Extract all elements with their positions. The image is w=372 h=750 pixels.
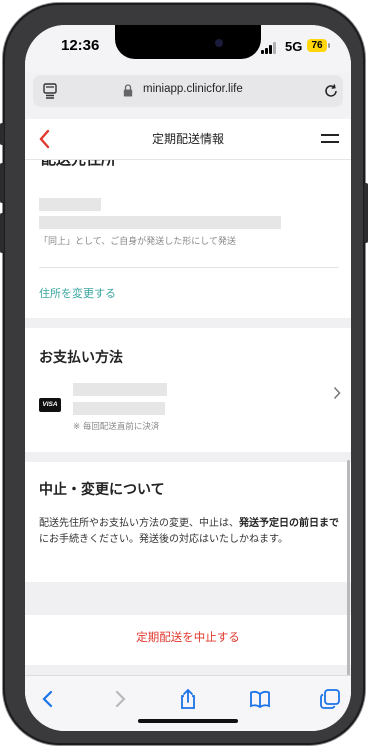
lock-icon bbox=[123, 84, 133, 97]
url-text[interactable]: miniapp.clinicfor.life bbox=[143, 83, 243, 95]
page: { "status_bar": { "time": "12:36", "netw… bbox=[0, 0, 372, 750]
reader-icon[interactable] bbox=[43, 83, 57, 99]
status-bar: 12:36 5G 76 bbox=[25, 25, 351, 73]
battery-icon: 76 bbox=[307, 39, 327, 52]
card-expiry-placeholder bbox=[73, 402, 165, 415]
page-title: 定期配送情報 bbox=[151, 132, 224, 146]
camera bbox=[215, 39, 223, 47]
tabs-icon[interactable] bbox=[319, 688, 341, 710]
cancel-info-card: 中止・変更について 配送先住所やお支払い方法の変更、中止は、発送予定日の前日まで… bbox=[25, 462, 351, 582]
home-indicator bbox=[138, 719, 238, 723]
phone-frame: 12:36 5G 76 miniapp.clinicfor.life 定期配送情… bbox=[0, 3, 368, 745]
payment-note: ※ 毎回配送直前に決済 bbox=[73, 422, 160, 432]
share-icon[interactable] bbox=[177, 688, 199, 710]
cancel-info-deadline: 発送予定日の前日まで bbox=[239, 518, 339, 529]
network-label: 5G bbox=[285, 39, 303, 54]
address-note: 「同上」として、ご自身が発送した形にして発送 bbox=[39, 237, 237, 247]
address-card: 配送先住所 「同上」として、ご自身が発送した形にして発送 住所を変更する bbox=[25, 160, 351, 318]
cancel-button-area: 定期配送を中止する bbox=[25, 615, 351, 665]
side-button bbox=[0, 163, 4, 203]
cancel-info-text-1: 配送先住所やお支払い方法の変更、中止は、 bbox=[39, 518, 239, 529]
scrollbar[interactable] bbox=[347, 460, 350, 680]
side-button bbox=[364, 183, 368, 243]
change-address-link[interactable]: 住所を変更する bbox=[39, 285, 116, 301]
app-header: 定期配送情報 bbox=[25, 119, 351, 160]
cancel-info-text: 配送先住所やお支払い方法の変更、中止は、発送予定日の前日までにお手続きください。… bbox=[39, 516, 339, 548]
cancel-info-title: 中止・変更について bbox=[39, 482, 165, 498]
address-line-placeholder bbox=[39, 216, 281, 229]
payment-card: お支払い方法 VISA ※ 毎回配送直前に決済 bbox=[25, 328, 351, 452]
screen: 12:36 5G 76 miniapp.clinicfor.life 定期配送情… bbox=[25, 25, 351, 731]
battery-tip bbox=[328, 43, 330, 48]
notch bbox=[115, 25, 261, 59]
payment-method-row[interactable]: VISA ※ 毎回配送直前に決済 bbox=[25, 380, 351, 436]
reload-icon[interactable] bbox=[323, 83, 339, 99]
address-name-placeholder bbox=[39, 198, 101, 211]
main-content[interactable]: 配送先住所 「同上」として、ご自身が発送した形にして発送 住所を変更する お支払… bbox=[25, 160, 351, 695]
card-number-placeholder bbox=[73, 383, 167, 396]
status-time: 12:36 bbox=[61, 37, 100, 54]
chevron-right-icon bbox=[333, 386, 341, 400]
side-button bbox=[0, 213, 4, 253]
cancel-subscription-button[interactable]: 定期配送を中止する bbox=[25, 629, 351, 645]
url-bar[interactable]: miniapp.clinicfor.life bbox=[33, 75, 343, 107]
visa-card-icon: VISA bbox=[39, 398, 61, 412]
menu-icon[interactable] bbox=[321, 133, 339, 145]
side-button bbox=[0, 123, 4, 145]
chevron-right-icon[interactable] bbox=[109, 688, 131, 710]
cancel-info-text-2: にお手続きください。発送後の対応はいたしかねます。 bbox=[39, 534, 288, 545]
address-section-title: 配送先住所 bbox=[41, 160, 116, 169]
divider bbox=[39, 267, 339, 268]
chevron-left-icon[interactable] bbox=[37, 688, 59, 710]
payment-section-title: お支払い方法 bbox=[39, 350, 123, 366]
signal-icon bbox=[261, 42, 281, 54]
book-icon[interactable] bbox=[249, 688, 271, 710]
